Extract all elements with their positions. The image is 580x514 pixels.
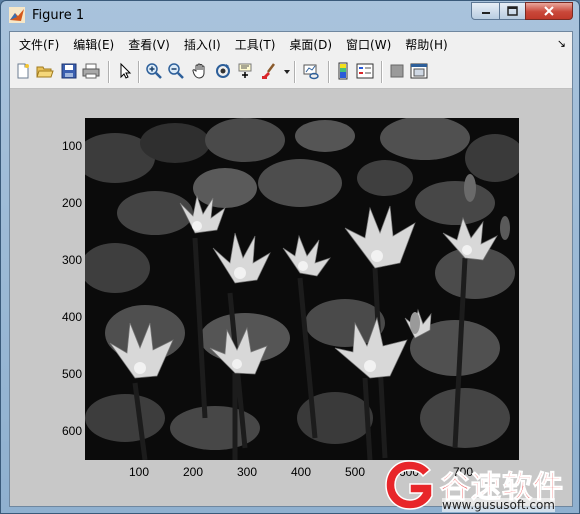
figure-toolbar [10,56,572,89]
close-button[interactable] [525,2,573,20]
y-tick-label: 600 [62,424,83,438]
watermark: 谷速软件 www.gususoft.com [380,460,580,514]
toolbar-separator [294,61,296,83]
window-title: Figure 1 [32,8,85,23]
image-axes[interactable] [85,118,519,460]
rotate-3d-icon[interactable] [214,62,232,80]
print-icon[interactable] [82,62,100,80]
toolbar-separator [138,61,140,83]
y-tick-label: 300 [62,253,83,267]
brush-dropdown-arrow-icon[interactable] [278,62,290,80]
menu-edit[interactable]: 编辑(E) [68,36,119,53]
legend-icon[interactable] [356,62,374,80]
minimize-button[interactable] [471,2,500,20]
toolbar-separator [108,61,110,83]
figure-client-area: 文件(F) 编辑(E) 查看(V) 插入(I) 工具(T) 桌面(D) 窗口(W… [9,31,573,507]
minimize-icon [481,12,490,14]
close-icon [544,6,554,16]
maximize-icon [507,6,518,16]
figure-canvas: 100 200 300 400 500 600 100 200 300 400 … [10,89,572,506]
edit-plot-arrow-icon[interactable] [116,62,134,80]
toolbar-separator [328,61,330,83]
link-plot-icon[interactable] [302,62,320,80]
open-file-icon[interactable] [36,62,54,80]
toolbar-separator [381,61,383,83]
figure-window: Figure 1 文件(F) 编辑(E) 查看(V) 插入(I) 工具(T) 桌… [0,0,580,514]
x-tick-label: 200 [183,465,204,479]
menu-view[interactable]: 查看(V) [123,36,175,53]
new-figure-icon[interactable] [14,62,32,80]
x-tick-label: 400 [291,465,312,479]
menu-help[interactable]: 帮助(H) [400,36,452,53]
hide-plot-tools-icon[interactable] [388,62,406,80]
menu-tools[interactable]: 工具(T) [230,36,281,53]
y-tick-label: 400 [62,310,83,324]
gususoft-logo-icon [385,460,433,510]
menu-window[interactable]: 窗口(W) [341,36,396,53]
menu-insert[interactable]: 插入(I) [179,36,226,53]
show-plot-tools-icon[interactable] [410,62,428,80]
undock-arrow-icon[interactable]: ↘ [557,37,566,50]
maximize-button[interactable] [499,2,526,20]
colorbar-icon[interactable] [334,62,352,80]
x-tick-label: 500 [345,465,366,479]
x-tick-label: 100 [129,465,150,479]
save-icon[interactable] [60,62,78,80]
zoom-in-icon[interactable] [145,62,163,80]
brush-icon[interactable] [260,62,278,80]
x-tick-label: 300 [237,465,258,479]
menu-bar: 文件(F) 编辑(E) 查看(V) 插入(I) 工具(T) 桌面(D) 窗口(W… [10,32,572,56]
title-bar[interactable]: Figure 1 [1,1,579,31]
y-tick-label: 200 [62,196,83,210]
water-lily-image [85,118,519,460]
zoom-out-icon[interactable] [167,62,185,80]
watermark-url: www.gususoft.com [442,498,555,512]
menu-file[interactable]: 文件(F) [14,36,64,53]
y-tick-label: 500 [62,367,83,381]
menu-desktop[interactable]: 桌面(D) [284,36,337,53]
y-tick-label: 100 [62,139,83,153]
matlab-logo-icon [9,7,25,23]
pan-hand-icon[interactable] [191,62,209,80]
data-cursor-icon[interactable] [236,62,254,80]
